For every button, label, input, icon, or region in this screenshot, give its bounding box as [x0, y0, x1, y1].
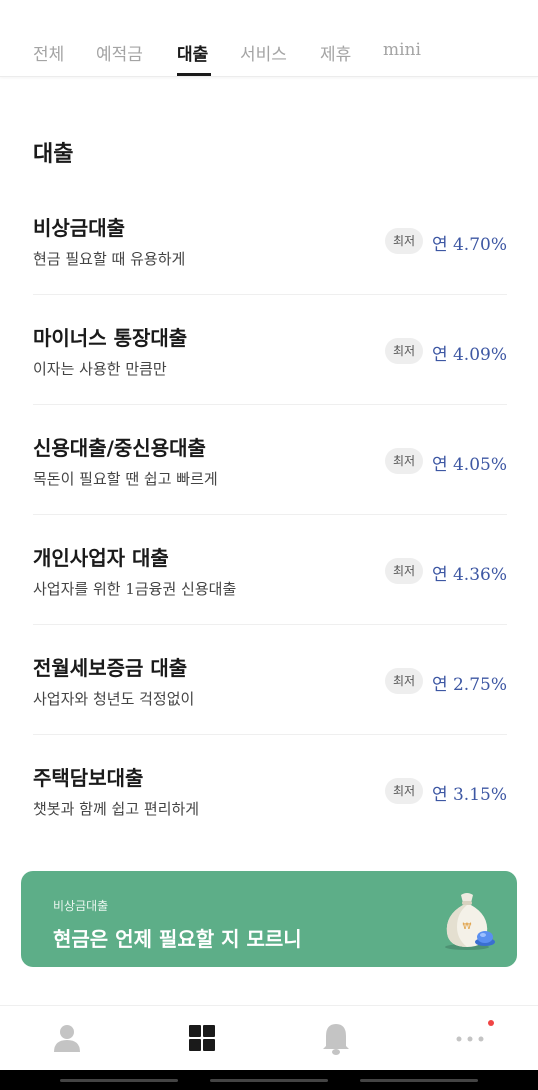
bell-icon — [323, 1024, 349, 1055]
nav-home[interactable] — [172, 1018, 232, 1058]
loan-item-business[interactable]: 개인사업자 대출 사업자를 위한 1금융권 신용대출 최저 연 4.36% — [33, 542, 507, 652]
divider — [33, 624, 507, 625]
tab-loans[interactable]: 대출 — [177, 40, 208, 65]
loan-rate: 연 4.70% — [431, 235, 507, 255]
grid-icon — [189, 1025, 215, 1051]
nav-profile[interactable] — [37, 1018, 97, 1058]
category-tabs: 전체 예적금 대출 서비스 제휴 mini — [0, 0, 538, 77]
lowest-badge: 최저 — [385, 668, 423, 694]
loan-item-emergency[interactable]: 비상금대출 현금 필요할 때 유용하게 최저 연 4.70% — [33, 212, 507, 322]
loan-name: 마이너스 통장대출 — [33, 326, 188, 350]
nav-more[interactable] — [440, 1018, 500, 1058]
loan-rate: 연 4.09% — [431, 345, 507, 365]
lowest-badge: 최저 — [385, 778, 423, 804]
system-navigation-bar — [0, 1070, 538, 1090]
svg-text:₩: ₩ — [463, 922, 472, 932]
divider — [33, 404, 507, 405]
lowest-badge: 최저 — [385, 558, 423, 584]
nav-notifications[interactable] — [306, 1018, 366, 1058]
section-title: 대출 — [33, 141, 74, 167]
notification-dot — [488, 1020, 494, 1026]
loan-description: 사업자를 위한 1금융권 신용대출 — [33, 580, 237, 598]
loan-item-credit[interactable]: 신용대출/중신용대출 목돈이 필요할 땐 쉽고 빠르게 최저 연 4.05% — [33, 432, 507, 542]
money-bag-icon: ₩ — [445, 893, 495, 950]
banner-title: 현금은 언제 필요할 지 모르니 — [53, 927, 302, 951]
system-bar-segment — [210, 1079, 328, 1082]
loan-description: 이자는 사용한 만큼만 — [33, 360, 167, 378]
system-bar-segment — [60, 1079, 178, 1082]
divider — [33, 294, 507, 295]
tab-mini[interactable]: mini — [383, 40, 421, 60]
loan-rate: 연 2.75% — [431, 675, 507, 695]
loan-name: 신용대출/중신용대출 — [33, 436, 206, 460]
lowest-badge: 최저 — [385, 338, 423, 364]
loan-description: 현금 필요할 때 유용하게 — [33, 250, 186, 268]
system-bar-segment — [360, 1079, 478, 1082]
tab-savings[interactable]: 예적금 — [96, 40, 143, 65]
loan-item-jeonse[interactable]: 전월세보증금 대출 사업자와 청년도 걱정없이 최저 연 2.75% — [33, 652, 507, 762]
active-tab-indicator — [177, 73, 211, 76]
loan-name: 전월세보증금 대출 — [33, 656, 188, 680]
loan-description: 목돈이 필요할 땐 쉽고 빠르게 — [33, 470, 218, 488]
person-icon — [54, 1025, 80, 1052]
banner-subtitle: 비상금대출 — [53, 899, 109, 913]
divider — [33, 514, 507, 515]
lowest-badge: 최저 — [385, 228, 423, 254]
loan-description: 사업자와 청년도 걱정없이 — [33, 690, 195, 708]
tab-partners[interactable]: 제휴 — [320, 40, 351, 65]
bottom-nav — [0, 1005, 538, 1071]
divider — [33, 734, 507, 735]
tab-all[interactable]: 전체 — [33, 40, 64, 65]
tab-services[interactable]: 서비스 — [240, 40, 287, 65]
loan-name: 개인사업자 대출 — [33, 546, 169, 570]
loan-item-mortgage[interactable]: 주택담보대출 챗봇과 함께 쉽고 편리하게 최저 연 3.15% — [33, 762, 507, 872]
loan-description: 챗봇과 함께 쉽고 편리하게 — [33, 800, 200, 818]
lowest-badge: 최저 — [385, 448, 423, 474]
loan-rate: 연 4.36% — [431, 565, 507, 585]
loan-rate: 연 3.15% — [431, 785, 507, 805]
promo-banner[interactable]: 비상금대출 현금은 언제 필요할 지 모르니 ₩ — [21, 871, 517, 967]
loan-rate: 연 4.05% — [431, 455, 507, 475]
loan-item-overdraft[interactable]: 마이너스 통장대출 이자는 사용한 만큼만 최저 연 4.09% — [33, 322, 507, 432]
loan-name: 비상금대출 — [33, 216, 125, 240]
loan-name: 주택담보대출 — [33, 766, 144, 790]
more-icon — [456, 1020, 494, 1042]
